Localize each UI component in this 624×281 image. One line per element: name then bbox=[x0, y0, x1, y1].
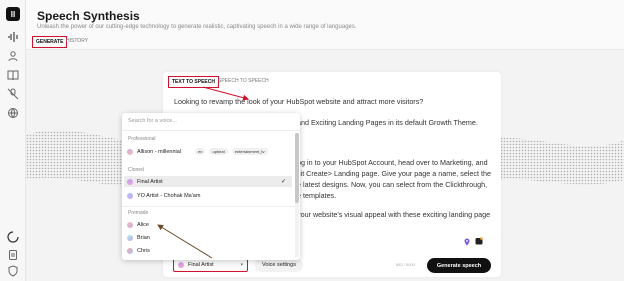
scrollbar-thumb[interactable] bbox=[295, 133, 299, 203]
voice-option-label: Final Artist bbox=[137, 178, 163, 185]
page-subtitle: Unleash the power of our cutting-edge te… bbox=[37, 24, 357, 30]
text-line[interactable]: and Exciting Landing Pages in its defaul… bbox=[297, 118, 478, 127]
voice-select-value: Final Artist bbox=[188, 262, 214, 268]
shield-icon[interactable] bbox=[7, 265, 19, 277]
text-line[interactable]: your website's visual appeal with these … bbox=[297, 210, 490, 219]
group-label-premade: Premade bbox=[128, 210, 149, 216]
microphone-off-icon[interactable] bbox=[7, 88, 19, 100]
tab-text-to-speech[interactable]: TEXT TO SPEECH bbox=[168, 76, 219, 88]
voice-search-input[interactable]: Search for a voice... bbox=[128, 118, 177, 124]
group-label-cloned: Cloned bbox=[128, 167, 144, 173]
text-line[interactable]: sit Create> Landing page. Give your page… bbox=[297, 169, 491, 178]
tab-generate[interactable]: GENERATE bbox=[32, 36, 68, 48]
book-icon[interactable] bbox=[7, 69, 19, 81]
voice-settings-button[interactable]: Voice settings bbox=[255, 258, 303, 272]
voice-option[interactable]: YO Artist - Chohak Ma'am bbox=[124, 190, 292, 201]
voice-option-label: Chris bbox=[137, 247, 150, 254]
voice-tag: entertainment_tv bbox=[231, 148, 268, 155]
voice-avatar bbox=[127, 234, 133, 241]
voice-avatar bbox=[127, 148, 133, 155]
voice-tag: en bbox=[195, 148, 206, 155]
tab-speech-to-speech[interactable]: SPEECH TO SPEECH bbox=[218, 78, 269, 84]
voice-option[interactable]: Brian bbox=[124, 232, 292, 243]
location-pin-icon[interactable] bbox=[463, 238, 471, 246]
voice-option-label: Brian bbox=[137, 234, 150, 241]
page-title: Speech Synthesis bbox=[37, 9, 140, 23]
voice-option-label: Allison - millennial bbox=[137, 148, 182, 155]
voice-option-label: Alice bbox=[137, 221, 149, 228]
voice-tag: upbeat bbox=[209, 148, 228, 155]
globe-icon[interactable] bbox=[7, 107, 19, 119]
voice-dropdown: Search for a voice... Professional Allis… bbox=[122, 113, 300, 260]
voice-avatar bbox=[127, 192, 133, 199]
character-count: 882 / 5000 bbox=[396, 262, 415, 267]
voice-option[interactable]: Chris bbox=[124, 245, 292, 256]
extension-badge-icon[interactable] bbox=[475, 237, 483, 245]
check-icon: ✓ bbox=[280, 179, 286, 185]
text-line[interactable]: og in to your HubSpot Account, head over… bbox=[297, 158, 488, 167]
text-line[interactable]: e templates. bbox=[297, 191, 336, 200]
voice-option-label: YO Artist - Chohak Ma'am bbox=[137, 192, 201, 199]
waveform-icon[interactable] bbox=[7, 31, 19, 43]
tab-history[interactable]: HISTORY bbox=[66, 38, 88, 44]
logo-icon[interactable]: II bbox=[6, 7, 20, 21]
voice-option[interactable]: Final Artist ✓ bbox=[124, 176, 292, 187]
group-label-professional: Professional bbox=[128, 136, 156, 142]
page-header: Speech Synthesis Unleash the power of ou… bbox=[26, 0, 624, 50]
document-icon[interactable] bbox=[7, 249, 19, 261]
generate-speech-button[interactable]: Generate speech bbox=[427, 258, 491, 273]
text-line[interactable]: Looking to revamp the look of your HubSp… bbox=[174, 97, 423, 106]
left-rail: II bbox=[0, 0, 26, 281]
voice-option[interactable]: Alice bbox=[124, 219, 292, 230]
voice-avatar bbox=[127, 247, 133, 254]
chevron-down-icon: ▾ bbox=[240, 262, 243, 268]
voice-select[interactable]: Final Artist ▾ bbox=[173, 258, 248, 272]
voice-avatar bbox=[127, 221, 133, 228]
text-line[interactable]: e latest designs. Now, you can select fr… bbox=[297, 180, 487, 189]
users-icon[interactable] bbox=[7, 50, 19, 62]
loading-icon bbox=[7, 231, 19, 243]
divider bbox=[122, 130, 300, 131]
voice-avatar bbox=[178, 262, 184, 268]
divider bbox=[122, 206, 300, 207]
voice-option[interactable]: Allison - millennial en upbeat entertain… bbox=[124, 146, 292, 157]
voice-avatar bbox=[127, 178, 133, 185]
